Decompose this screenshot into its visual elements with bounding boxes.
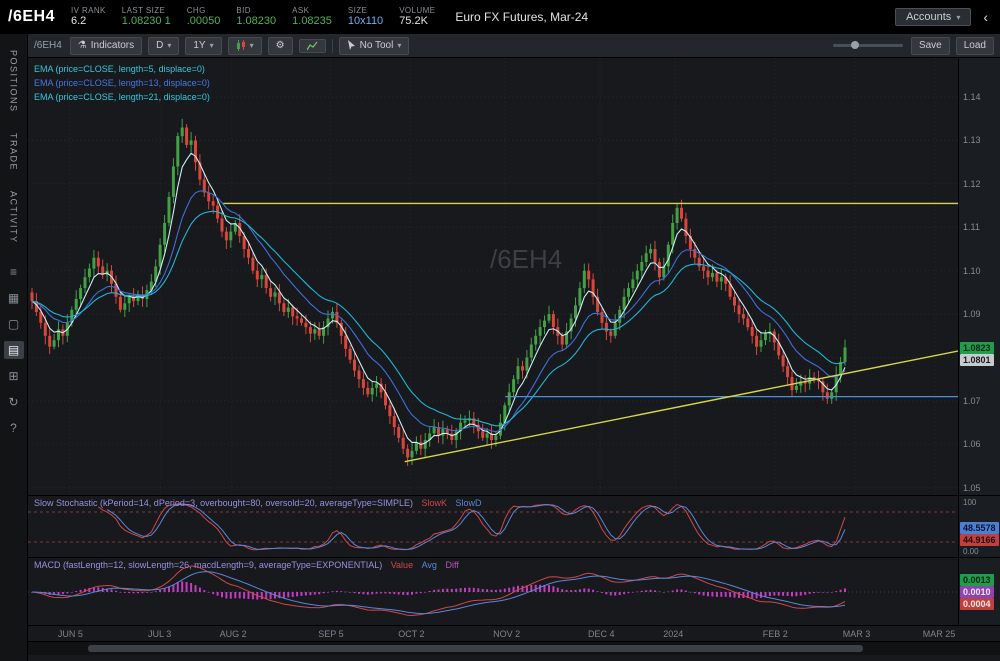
time-axis-label: OCT 2: [398, 629, 425, 639]
sidebar-tab-activity[interactable]: ACTIVITY: [9, 181, 19, 254]
price-tick: 1.05: [963, 482, 981, 493]
time-axis-label: NOV 2: [493, 629, 521, 639]
chart-settings-button[interactable]: ⚙: [267, 36, 293, 55]
stoch-axis-bottom: 0.00: [963, 547, 979, 556]
time-axis-label: MAR 25: [922, 629, 956, 639]
price-badge: 1.0823: [960, 341, 994, 354]
time-axis-label: AUG 2: [219, 629, 247, 639]
chart-scrollbar[interactable]: [28, 642, 1000, 655]
area-chart-icon: [306, 41, 318, 51]
left-sidebar: POSITIONS TRADE ACTIVITY ≡ ▦ ▢ ▤ ⊞ ↻?: [0, 34, 28, 661]
field-chg: Chg .00050: [186, 5, 221, 28]
drawing-tool-dropdown[interactable]: No Tool ▾: [338, 36, 410, 55]
price-badge: 1.0801: [960, 353, 994, 366]
macd-axis: 0.0013 0.0010 0.0004: [958, 558, 1000, 625]
candlestick-canvas[interactable]: /6EH4: [28, 58, 958, 495]
field-bid: Bid 1.08230: [236, 5, 277, 28]
gear-icon: ⚙: [275, 39, 285, 51]
time-axis-label: MAR 3: [842, 629, 871, 639]
chart-tile-icon[interactable]: ▤: [3, 341, 24, 360]
stochastic-axis: 100 0.00 48.5578 44.9166: [958, 496, 1000, 557]
chart-type-dropdown[interactable]: ▾: [227, 36, 262, 55]
chart-style-button[interactable]: [298, 38, 326, 53]
flask-icon: ⚗: [77, 39, 87, 51]
indicators-button[interactable]: ⚗ Indicators: [69, 36, 143, 55]
time-axis-label: JUN 5: [57, 629, 83, 639]
price-tick: 1.10: [963, 265, 981, 276]
zoom-slider[interactable]: [832, 41, 903, 49]
stoch-axis-top: 100: [963, 498, 977, 507]
chevron-down-icon: ▾: [956, 12, 961, 22]
monitor-icon[interactable]: ▢: [4, 315, 24, 333]
ema13-label[interactable]: EMA (price=CLOSE, length=13, displace=0): [34, 76, 210, 90]
time-axis-label: 2024: [663, 629, 684, 639]
time-axis-label: JUL 3: [148, 629, 172, 639]
time-axis[interactable]: JUN 5 JUL 3 AUG 2 SEP 5 OCT 2 NOV 2 DEC 4 2024 F…: [28, 626, 1000, 642]
chevron-down-icon: ▾: [167, 40, 172, 50]
chevron-down-icon: ▾: [209, 40, 214, 50]
chart-scrollbar-thumb[interactable]: [88, 645, 863, 652]
price-axis[interactable]: 1.051.061.071.081.091.101.111.121.131.14…: [958, 58, 1000, 495]
chart-toolbar: /6EH4 ⚗ Indicators D ▾ 1Y ▾ ▾ ⚙ No Tool …: [28, 34, 1000, 58]
svg-text:/6EH4: /6EH4: [490, 244, 562, 274]
field-size: Size 10x110: [347, 5, 384, 28]
sidebar-tab-positions[interactable]: POSITIONS: [9, 40, 19, 123]
stochastic-panel[interactable]: Slow Stochastic (kPeriod=14, dPeriod=3, …: [28, 496, 958, 557]
cursor-icon: [347, 40, 356, 51]
price-tick: 1.14: [963, 92, 981, 103]
ema5-label[interactable]: EMA (price=CLOSE, length=5, displace=0): [34, 62, 210, 76]
stochastic-label[interactable]: Slow Stochastic (kPeriod=14, dPeriod=3, …: [34, 498, 482, 508]
macd-value-badge: 0.0004: [960, 598, 994, 610]
field-iv-rank: IV Rank 6.2: [70, 5, 106, 28]
watchlist-icon[interactable]: ≡: [4, 263, 24, 281]
load-button[interactable]: Load: [955, 36, 994, 55]
macd-panel[interactable]: MACD (fastLength=12, slowLength=26, macd…: [28, 558, 958, 625]
price-chart[interactable]: EMA (price=CLOSE, length=5, displace=0) …: [28, 58, 958, 495]
ema21-label[interactable]: EMA (price=CLOSE, length=21, displace=0): [34, 90, 210, 104]
macd-label[interactable]: MACD (fastLength=12, slowLength=26, macd…: [34, 560, 459, 570]
range-dropdown[interactable]: 1Y ▾: [185, 36, 222, 55]
zoom-slider-thumb[interactable]: [850, 41, 859, 49]
grid-icon[interactable]: ▦: [4, 289, 24, 307]
price-tick: 1.11: [963, 222, 980, 233]
stoch-value-badge: 48.5578: [960, 521, 999, 534]
price-tick: 1.09: [963, 309, 981, 320]
apps-icon[interactable]: ⊞: [4, 367, 24, 385]
history-icon[interactable]: ↻: [4, 393, 24, 411]
accounts-button[interactable]: Accounts ▾: [895, 8, 972, 26]
time-axis-label: SEP 5: [318, 629, 344, 639]
macd-value-badge: 0.0013: [960, 574, 994, 586]
timeframe-dropdown[interactable]: D ▾: [148, 36, 180, 55]
instrument-description: Euro FX Futures, Mar-24: [455, 10, 589, 24]
price-tick: 1.06: [963, 439, 981, 450]
sidebar-tab-trade[interactable]: TRADE: [9, 123, 19, 181]
toolbar-divider: [331, 38, 333, 53]
chevron-down-icon: ▾: [397, 40, 402, 50]
time-axis-label: FEB 2: [762, 629, 788, 639]
sidebar-icon-rail: ≡ ▦ ▢ ▤ ⊞ ↻?: [3, 263, 24, 437]
price-tick: 1.07: [963, 395, 981, 406]
macd-value-badge: 0.0010: [960, 586, 994, 598]
toolbar-symbol: /6EH4: [34, 40, 62, 51]
candlestick-icon: [236, 40, 246, 51]
save-button[interactable]: Save: [910, 36, 950, 55]
trading-app: /6EH4 IV Rank 6.2 Last Size 1.08230 1 Ch…: [0, 0, 1000, 661]
study-labels: EMA (price=CLOSE, length=5, displace=0) …: [34, 62, 210, 104]
time-axis-label: DEC 4: [587, 629, 615, 639]
field-volume: Volume 75.2K: [399, 5, 436, 28]
field-last-size: Last Size 1.08230 1: [121, 5, 171, 28]
quote-header: /6EH4 IV Rank 6.2 Last Size 1.08230 1 Ch…: [0, 0, 1000, 34]
help-icon[interactable]: ?: [4, 419, 24, 437]
symbol-title: /6EH4: [8, 8, 55, 25]
price-tick: 1.13: [963, 135, 981, 146]
chevron-down-icon: ▾: [249, 40, 254, 50]
field-ask: Ask 1.08235: [292, 5, 332, 28]
chart-module: /6EH4 ⚗ Indicators D ▾ 1Y ▾ ▾ ⚙ No Tool …: [28, 34, 1000, 661]
price-tick: 1.12: [963, 178, 981, 189]
collapse-panel-icon[interactable]: ‹: [979, 9, 992, 25]
stoch-value-badge: 44.9166: [960, 533, 999, 546]
